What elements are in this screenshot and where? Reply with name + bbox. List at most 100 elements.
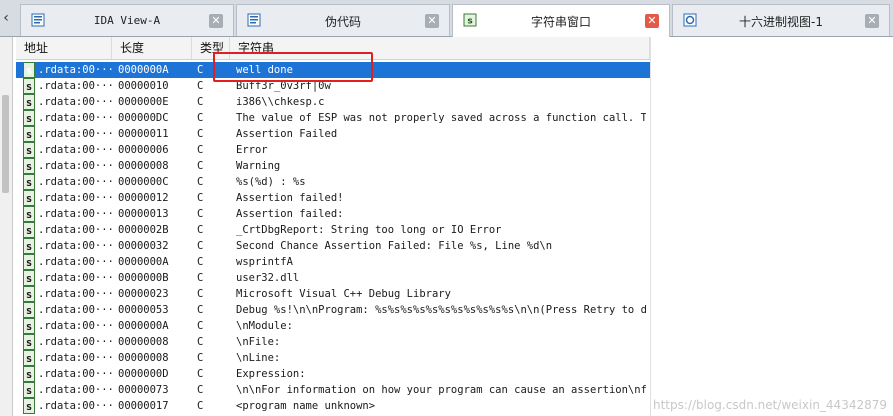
type-cell: C	[197, 352, 204, 364]
table-row[interactable]: s .rdata:00··· 00000017 C <program name unkn…	[16, 398, 650, 414]
string-type-icon: s	[23, 126, 35, 142]
type-cell: C	[197, 320, 204, 332]
table-row[interactable]: s .rdata:00··· 00000008 C Warning	[16, 158, 650, 174]
string-type-icon: s	[23, 254, 35, 270]
address-cell: .rdata:00···	[38, 112, 114, 124]
strings-list: 地址 长度 类型 字符串 s .rdata:00··· 0000000A Cwell …	[16, 37, 650, 416]
table-row[interactable]: s .rdata:00··· 0000000A C \nModule:	[16, 318, 650, 334]
length-cell: 00000053	[118, 304, 169, 316]
address-cell: .rdata:00···	[38, 384, 114, 396]
string-cell: <program name unknown>	[236, 400, 376, 412]
table-row[interactable]: s .rdata:00··· 0000000D C Expression:	[16, 366, 650, 382]
address-cell: .rdata:00···	[38, 208, 114, 220]
string-cell: \nModule:	[236, 320, 293, 332]
rows-container: s .rdata:00··· 0000000A Cwell done s .rdata:0…	[16, 62, 650, 414]
table-row[interactable]: s .rdata:00··· 00000012 C Assertion failed!	[16, 190, 650, 206]
length-cell: 0000000B	[118, 272, 169, 284]
table-row[interactable]: s .rdata:00··· 0000000A CwsprintfA	[16, 254, 650, 270]
address-cell: .rdata:00···	[38, 272, 114, 284]
type-cell: C	[197, 192, 204, 204]
length-cell: 00000023	[118, 288, 169, 300]
length-cell: 00000012	[118, 192, 169, 204]
table-row[interactable]: s .rdata:00··· 00000032 C Second Chance Asse…	[16, 238, 650, 254]
length-cell: 0000000D	[118, 368, 169, 380]
length-cell: 00000006	[118, 144, 169, 156]
table-row[interactable]: s .rdata:00··· 00000023 C Microsoft Visual C…	[16, 286, 650, 302]
length-cell: 0000002B	[118, 224, 169, 236]
address-cell: .rdata:00···	[38, 176, 114, 188]
string-cell: Assertion Failed	[236, 128, 338, 140]
type-cell: C	[197, 272, 204, 284]
string-type-icon: s	[23, 318, 35, 334]
column-length[interactable]: 长度	[112, 37, 192, 59]
address-cell: .rdata:00···	[38, 320, 114, 332]
string-cell: \nFile:	[236, 336, 281, 348]
svg-text:s: s	[467, 17, 472, 27]
tab-ida-view-a[interactable]: IDA View-A ✕	[20, 4, 234, 36]
table-row[interactable]: s .rdata:00··· 00000073 C \n\nFor informatio…	[16, 382, 650, 398]
table-row[interactable]: s .rdata:00··· 0000000C C %s(%d) : %s	[16, 174, 650, 190]
pseudocode-icon	[247, 13, 261, 27]
scrollbar-thumb[interactable]	[2, 95, 9, 193]
tab-label: IDA View-A	[93, 14, 161, 27]
string-type-icon: s	[23, 334, 35, 350]
tab-strings-window[interactable]: s 字符串窗口 ✕	[452, 4, 670, 37]
ida-view-icon	[31, 13, 45, 27]
close-icon[interactable]: ✕	[209, 14, 223, 28]
tab-hex-view-1[interactable]: 十六进制视图-1 ✕	[672, 4, 890, 36]
table-row[interactable]: s .rdata:00··· 00000006 C Error	[16, 142, 650, 158]
address-cell: .rdata:00···	[38, 192, 114, 204]
string-type-icon: s	[23, 206, 35, 222]
string-type-icon: s	[23, 110, 35, 126]
string-type-icon: s	[23, 238, 35, 254]
table-row[interactable]: s .rdata:00··· 0000000E Ci386\\chkesp.c	[16, 94, 650, 110]
string-type-icon: s	[23, 190, 35, 206]
close-icon[interactable]: ✕	[865, 14, 879, 28]
length-cell: 00000013	[118, 208, 169, 220]
table-row[interactable]: s .rdata:00··· 00000013 C Assertion failed:	[16, 206, 650, 222]
table-row[interactable]: s .rdata:00··· 00000008 C \nLine:	[16, 350, 650, 366]
string-type-icon: s	[23, 270, 35, 286]
table-row[interactable]: s .rdata:00··· 00000011 C Assertion Failed	[16, 126, 650, 142]
table-row[interactable]: s .rdata:00··· 0000002B C _CrtDbgReport: Str…	[16, 222, 650, 238]
string-cell: Error	[236, 144, 268, 156]
address-cell: .rdata:00···	[38, 288, 114, 300]
string-cell: Assertion failed:	[236, 208, 344, 220]
table-row[interactable]: s .rdata:00··· 000000DC C The value of ESP w…	[16, 110, 650, 126]
string-cell: _CrtDbgReport: String too long or IO Err…	[236, 224, 502, 236]
string-type-icon: s	[23, 78, 35, 94]
tab-label: 伪代码	[324, 15, 361, 29]
address-cell: .rdata:00···	[38, 400, 114, 412]
address-cell: .rdata:00···	[38, 352, 114, 364]
type-cell: C	[197, 400, 204, 412]
type-cell: C	[197, 304, 204, 316]
address-cell: .rdata:00···	[38, 304, 114, 316]
length-cell: 00000008	[118, 160, 169, 172]
string-cell: %s(%d) : %s	[236, 176, 306, 188]
tab-pseudocode[interactable]: 伪代码 ✕	[236, 4, 450, 36]
divider	[650, 37, 651, 416]
vertical-scrollbar[interactable]	[0, 37, 13, 416]
string-type-icon: s	[23, 222, 35, 238]
string-cell: i386\\chkesp.c	[236, 96, 325, 108]
string-cell: \nLine:	[236, 352, 281, 364]
length-cell: 00000008	[118, 352, 169, 364]
string-cell: Warning	[236, 160, 281, 172]
watermark: https://blog.csdn.net/weixin_44342879	[652, 398, 887, 412]
close-icon[interactable]: ✕	[645, 14, 659, 28]
string-type-icon: s	[23, 174, 35, 190]
string-cell: Debug %s!\n\nProgram: %s%s%s%s%s%s%s%s%s…	[236, 304, 646, 316]
table-row[interactable]: s .rdata:00··· 0000000B Cuser32.dll	[16, 270, 650, 286]
type-cell: C	[197, 144, 204, 156]
type-cell: C	[197, 112, 204, 124]
type-cell: C	[197, 208, 204, 220]
string-type-icon: s	[23, 366, 35, 382]
string-cell: Second Chance Assertion Failed: File %s,…	[236, 240, 553, 252]
table-row[interactable]: s .rdata:00··· 00000008 C \nFile:	[16, 334, 650, 350]
scroll-tabs-left-icon[interactable]: ‹	[0, 6, 12, 30]
column-address[interactable]: 地址	[16, 37, 112, 59]
tab-bar: ‹ IDA View-A ✕ 伪代码 ✕ s 字符串窗口 ✕ 十六进制视图-1 …	[0, 0, 893, 37]
close-icon[interactable]: ✕	[425, 14, 439, 28]
address-cell: .rdata:00···	[38, 224, 114, 236]
table-row[interactable]: s .rdata:00··· 00000053 C Debug %s!\n\nProgr…	[16, 302, 650, 318]
